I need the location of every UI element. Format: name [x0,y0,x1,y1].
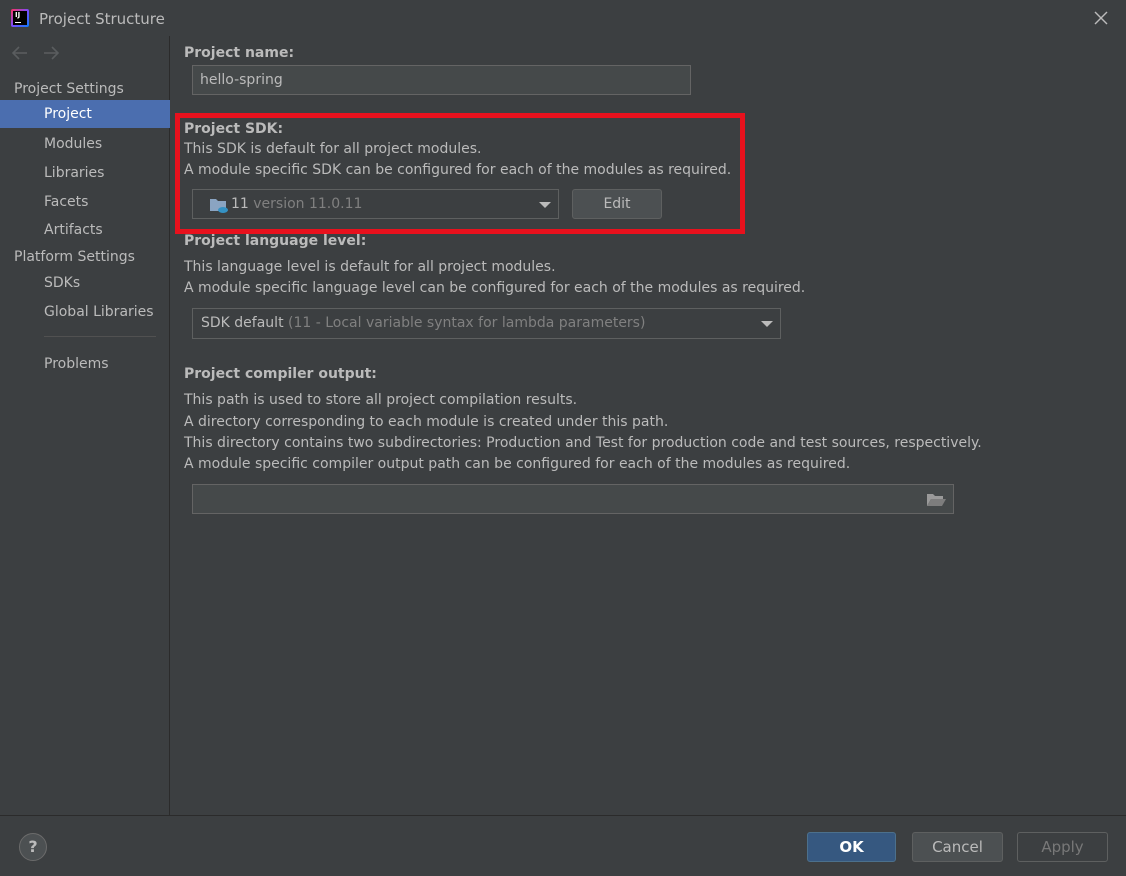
sidebar-item-facets[interactable]: Facets [0,188,170,216]
sidebar-divider [44,336,156,337]
project-structure-dialog: IJ Project Structure Project Settings Pr… [0,0,1126,876]
sidebar: Project Settings Project Modules Librari… [0,36,170,815]
project-sdk-desc-2: A module specific SDK can be configured … [184,162,732,178]
language-level-desc-1: This language level is default for all p… [184,259,556,275]
forward-arrow-icon[interactable] [40,42,62,64]
compiler-output-desc-4: A module specific compiler output path c… [184,456,851,472]
dialog-footer: ? OK Cancel Apply [0,815,1126,876]
main-panel: Project name: Project SDK: This SDK is d… [171,36,1126,815]
compiler-output-path-input[interactable] [192,484,954,514]
platform-settings-header: Platform Settings [14,249,135,265]
ok-button[interactable]: OK [807,832,896,862]
sidebar-item-modules[interactable]: Modules [0,130,170,158]
sdk-version: version 11.0.11 [253,196,363,212]
sidebar-item-libraries[interactable]: Libraries [0,159,170,187]
project-sdk-dropdown[interactable]: 11 version 11.0.11 [192,189,559,219]
close-icon[interactable] [1090,7,1112,29]
back-arrow-icon[interactable] [9,42,31,64]
language-level-label: Project language level: [184,233,367,249]
project-sdk-desc-1: This SDK is default for all project modu… [184,141,482,157]
intellij-idea-icon: IJ [11,9,29,27]
sidebar-item-artifacts[interactable]: Artifacts [0,216,170,244]
project-settings-header: Project Settings [14,81,124,97]
title-bar: IJ Project Structure [0,0,1126,36]
compiler-output-desc-2: A directory corresponding to each module… [184,414,669,430]
sidebar-item-project[interactable]: Project [0,100,170,128]
compiler-output-label: Project compiler output: [184,366,377,382]
project-name-input[interactable] [192,65,691,95]
language-level-desc-2: A module specific language level can be … [184,280,806,296]
compiler-output-desc-3: This directory contains two subdirectori… [184,435,982,451]
browse-folder-icon[interactable] [925,491,947,509]
project-name-label: Project name: [184,45,295,61]
compiler-output-desc-1: This path is used to store all project c… [184,392,578,408]
window-title: Project Structure [39,10,165,28]
help-button[interactable]: ? [19,833,47,861]
cancel-button[interactable]: Cancel [912,832,1003,862]
sdk-folder-icon [209,196,229,218]
chevron-down-icon [539,202,551,208]
edit-sdk-button[interactable]: Edit [572,189,662,219]
language-level-detail: (11 - Local variable syntax for lambda p… [288,315,646,331]
sidebar-item-problems[interactable]: Problems [0,350,170,378]
project-sdk-label: Project SDK: [184,121,284,137]
sdk-name: 11 [231,196,254,212]
sidebar-item-sdks[interactable]: SDKs [0,269,170,297]
chevron-down-icon [761,321,773,327]
apply-button[interactable]: Apply [1017,832,1108,862]
sidebar-item-global-libraries[interactable]: Global Libraries [0,298,170,326]
language-level-dropdown[interactable]: SDK default (11 - Local variable syntax … [192,308,781,339]
language-level-value: SDK default [201,315,289,331]
